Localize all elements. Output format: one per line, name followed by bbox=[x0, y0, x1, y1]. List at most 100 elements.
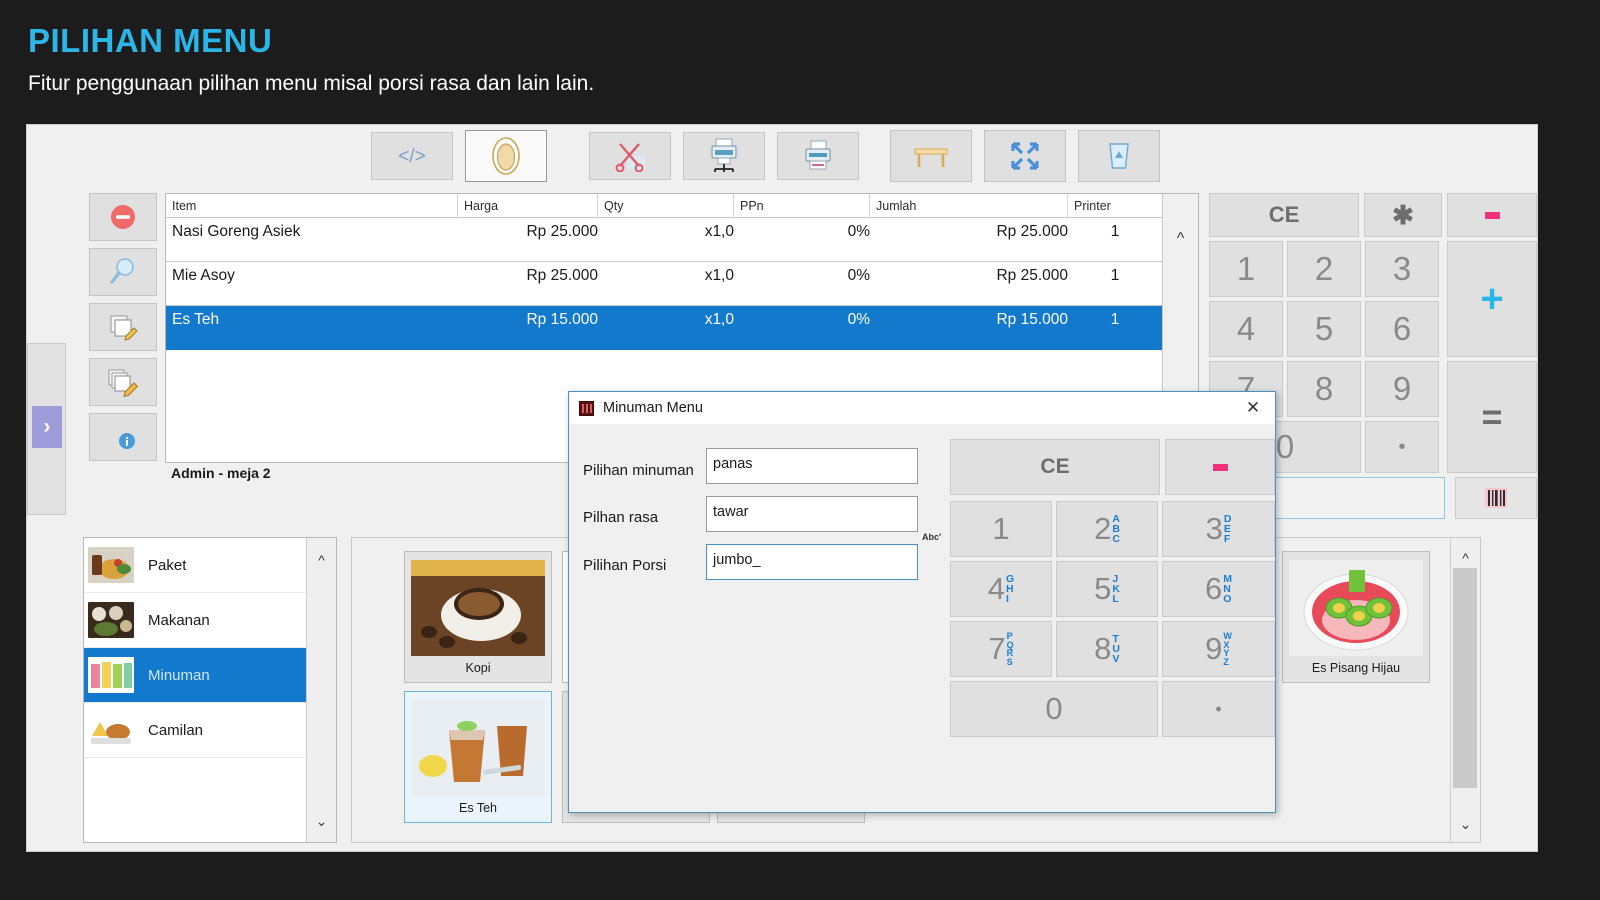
cell-jumlah: Rp 15.000 bbox=[996, 311, 1068, 328]
table-button[interactable] bbox=[890, 130, 972, 182]
chevron-up-icon[interactable]: ^ bbox=[1163, 194, 1198, 248]
category-label: Minuman bbox=[148, 666, 210, 684]
minus-icon bbox=[1484, 211, 1500, 219]
cut-button[interactable] bbox=[589, 132, 671, 180]
search-button[interactable] bbox=[89, 248, 157, 296]
cell-item: Nasi Goreng Asiek bbox=[172, 223, 301, 240]
pilihan-porsi-input[interactable]: jumbo_ bbox=[706, 544, 918, 580]
dialog-key-6[interactable]: 6MNO bbox=[1162, 561, 1275, 617]
cell-printer: 1 bbox=[1110, 267, 1120, 284]
chevron-up-icon[interactable]: ^ bbox=[1451, 550, 1480, 566]
dialog-title-text: Minuman Menu bbox=[603, 400, 703, 416]
printer-network-icon bbox=[711, 138, 737, 172]
key-2[interactable]: 2 bbox=[1287, 241, 1361, 297]
pilihan-minuman-input[interactable]: panas bbox=[706, 448, 918, 484]
cell-printer: 1 bbox=[1110, 223, 1120, 240]
dialog-key-8[interactable]: 8TUV bbox=[1056, 621, 1158, 677]
magnifier-icon bbox=[110, 258, 134, 284]
key-letters: DEF bbox=[1223, 513, 1232, 545]
dialog-key-dot[interactable]: • bbox=[1162, 681, 1275, 737]
close-icon[interactable]: ✕ bbox=[1231, 392, 1275, 424]
minus-circle-icon bbox=[111, 205, 135, 229]
product-label: Es Teh bbox=[459, 801, 497, 815]
key-plus[interactable]: + bbox=[1447, 241, 1537, 357]
edit-note-button[interactable] bbox=[89, 303, 157, 351]
user-button[interactable] bbox=[465, 130, 547, 182]
info-button[interactable] bbox=[89, 413, 157, 461]
dialog-key-2[interactable]: 2ABC bbox=[1056, 501, 1158, 557]
cell-harga: Rp 25.000 bbox=[526, 223, 598, 240]
key-dot[interactable]: • bbox=[1365, 421, 1439, 473]
key-3[interactable]: 3 bbox=[1365, 241, 1439, 297]
dialog-key-9[interactable]: 9WXYZ bbox=[1162, 621, 1275, 677]
dialog-key-4[interactable]: 4GHI bbox=[950, 561, 1052, 617]
key-asterisk[interactable]: ✱ bbox=[1364, 193, 1442, 237]
key-4[interactable]: 4 bbox=[1209, 301, 1283, 357]
category-scrollbar[interactable]: ^ ⌄ bbox=[306, 538, 336, 842]
table-row-selected[interactable]: Es Teh Rp 15.000 x1,0 0% Rp 15.000 1 bbox=[166, 306, 1198, 350]
product-label: Es Pisang Hijau bbox=[1311, 661, 1401, 675]
dialog-key-3[interactable]: 3DEF bbox=[1162, 501, 1275, 557]
key-ce[interactable]: CE bbox=[1209, 193, 1359, 237]
cell-ppn: 0% bbox=[847, 311, 870, 328]
product-label: Kopi bbox=[465, 661, 491, 675]
key-5[interactable]: 5 bbox=[1287, 301, 1361, 357]
fullscreen-button[interactable] bbox=[984, 130, 1066, 182]
dialog-key-ce[interactable]: CE bbox=[950, 439, 1160, 495]
toolbar: </> bbox=[27, 125, 1537, 187]
key-9[interactable]: 9 bbox=[1365, 361, 1439, 417]
category-item-camilan[interactable]: Camilan bbox=[84, 703, 336, 758]
left-panel-tab[interactable]: › bbox=[27, 343, 66, 515]
dialog-key-0[interactable]: 0 bbox=[950, 681, 1158, 737]
dialog-key-minus[interactable] bbox=[1165, 439, 1275, 495]
column-header-jumlah: Jumlah bbox=[870, 194, 1068, 218]
barcode-scan-button[interactable] bbox=[1455, 477, 1537, 519]
product-tile-es-pisang-hijau[interactable]: Es Pisang Hijau bbox=[1282, 551, 1430, 683]
category-item-minuman[interactable]: Minuman bbox=[84, 648, 336, 703]
cell-harga: Rp 25.000 bbox=[526, 267, 598, 284]
key-digit: 1 bbox=[992, 511, 1010, 546]
key-minus[interactable] bbox=[1447, 193, 1537, 237]
key-letters: JKL bbox=[1112, 573, 1120, 605]
delivery-button[interactable] bbox=[1078, 130, 1160, 182]
chevron-up-icon[interactable]: ^ bbox=[307, 552, 336, 568]
left-action-rail bbox=[89, 193, 161, 468]
dialog-key-7[interactable]: 7PQRS bbox=[950, 621, 1052, 677]
cell-qty: x1,0 bbox=[704, 311, 734, 328]
table-row[interactable]: Nasi Goreng Asiek Rp 25.000 x1,0 0% Rp 2… bbox=[166, 218, 1198, 262]
column-header-printer: Printer bbox=[1074, 199, 1111, 213]
chevron-down-icon[interactable]: ⌄ bbox=[1451, 816, 1480, 833]
pilihan-rasa-input[interactable]: tawar bbox=[706, 496, 918, 532]
dialog-key-1[interactable]: 1 bbox=[950, 501, 1052, 557]
status-line: Admin - meja 2 bbox=[171, 465, 271, 481]
cell-jumlah: Rp 25.000 bbox=[996, 223, 1068, 240]
scrollbar-thumb[interactable] bbox=[1453, 568, 1477, 788]
void-button[interactable] bbox=[89, 193, 157, 241]
category-item-paket[interactable]: Paket bbox=[84, 538, 336, 593]
product-tile-kopi[interactable]: Kopi bbox=[404, 551, 552, 683]
key-digit: 4 bbox=[987, 571, 1006, 606]
product-scrollbar[interactable]: ^ ⌄ bbox=[1450, 538, 1480, 842]
table-row[interactable]: Mie Asoy Rp 25.000 x1,0 0% Rp 25.000 1 bbox=[166, 262, 1198, 306]
key-equals[interactable]: = bbox=[1447, 361, 1537, 473]
documents-edit-icon bbox=[110, 315, 138, 341]
key-letters: PQRS bbox=[1006, 631, 1014, 667]
key-1[interactable]: 1 bbox=[1209, 241, 1283, 297]
category-item-makanan[interactable]: Makanan bbox=[84, 593, 336, 648]
product-image-es-teh bbox=[411, 700, 545, 796]
copy-note-button[interactable] bbox=[89, 358, 157, 406]
code-button[interactable]: </> bbox=[371, 132, 453, 180]
product-tile-es-teh[interactable]: Es Teh bbox=[404, 691, 552, 823]
print-button[interactable] bbox=[777, 132, 859, 180]
expand-panel-arrow[interactable]: › bbox=[32, 406, 62, 448]
dialog-key-5[interactable]: 5JKL bbox=[1056, 561, 1158, 617]
field-row-minuman: Pilihan minuman bbox=[583, 462, 694, 480]
print-bill-button[interactable] bbox=[683, 132, 765, 180]
key-digit: 3 bbox=[1205, 511, 1223, 546]
app-window-icon bbox=[579, 400, 594, 416]
key-8[interactable]: 8 bbox=[1287, 361, 1361, 417]
product-image-kopi bbox=[411, 560, 545, 656]
column-header-harga: Harga bbox=[458, 194, 598, 218]
chevron-down-icon[interactable]: ⌄ bbox=[307, 813, 336, 830]
key-6[interactable]: 6 bbox=[1365, 301, 1439, 357]
